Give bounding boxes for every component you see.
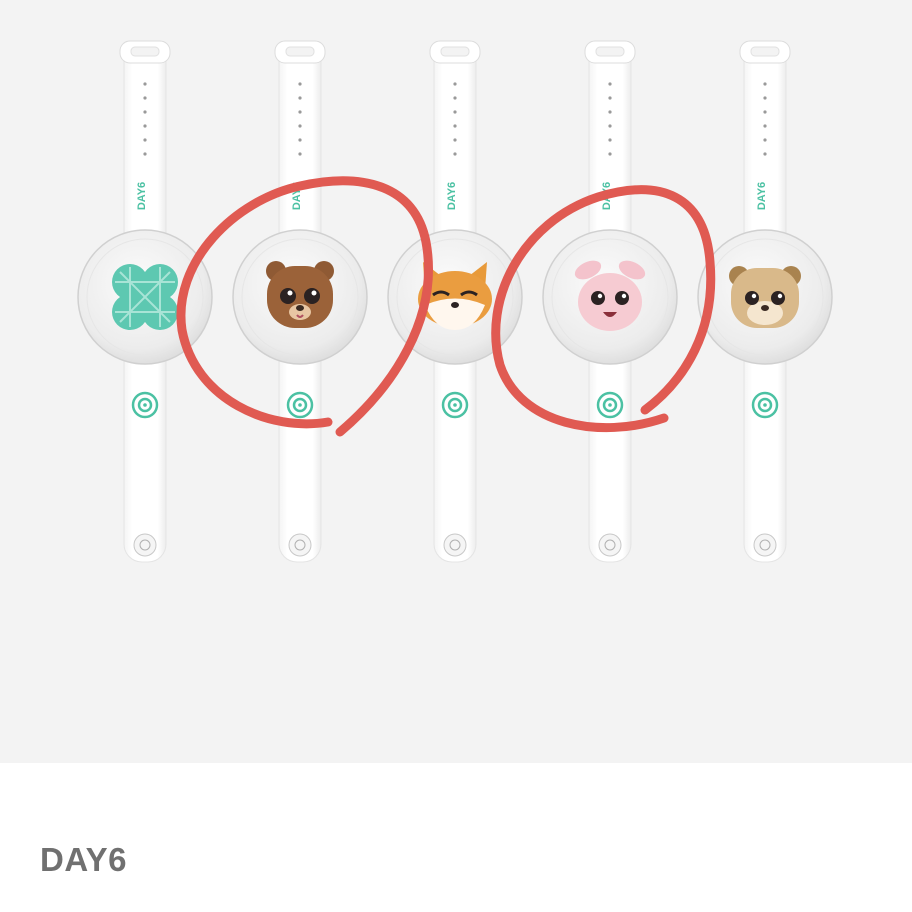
snap-button-icon bbox=[753, 533, 777, 557]
strap-print-text: DAY6 bbox=[756, 182, 768, 210]
strap-print-text: DAY6 bbox=[136, 182, 148, 210]
snap-button-icon bbox=[133, 533, 157, 557]
puppy-charm-icon bbox=[729, 266, 801, 328]
wristband-4: DAY6 bbox=[542, 40, 678, 563]
wristband-illustration: DAY6 DAY6 DAY6 DAY6 DAY6 bbox=[77, 40, 833, 563]
brand-title: DAY6 bbox=[40, 841, 127, 878]
clover-charm-icon bbox=[112, 264, 178, 330]
caption-area: DAY6 bbox=[0, 763, 912, 912]
bear-charm-icon bbox=[266, 261, 334, 328]
wristband-5: DAY6 bbox=[697, 40, 833, 563]
strap-print-text: DAY6 bbox=[446, 182, 458, 210]
wristband-1: DAY6 bbox=[77, 40, 213, 563]
snap-button-icon bbox=[443, 533, 467, 557]
snap-button-icon bbox=[598, 533, 622, 557]
product-image: DAY6 DAY6 DAY6 DAY6 DAY6 bbox=[0, 0, 912, 763]
snap-button-icon bbox=[288, 533, 312, 557]
wristband-2: DAY6 bbox=[232, 40, 368, 563]
